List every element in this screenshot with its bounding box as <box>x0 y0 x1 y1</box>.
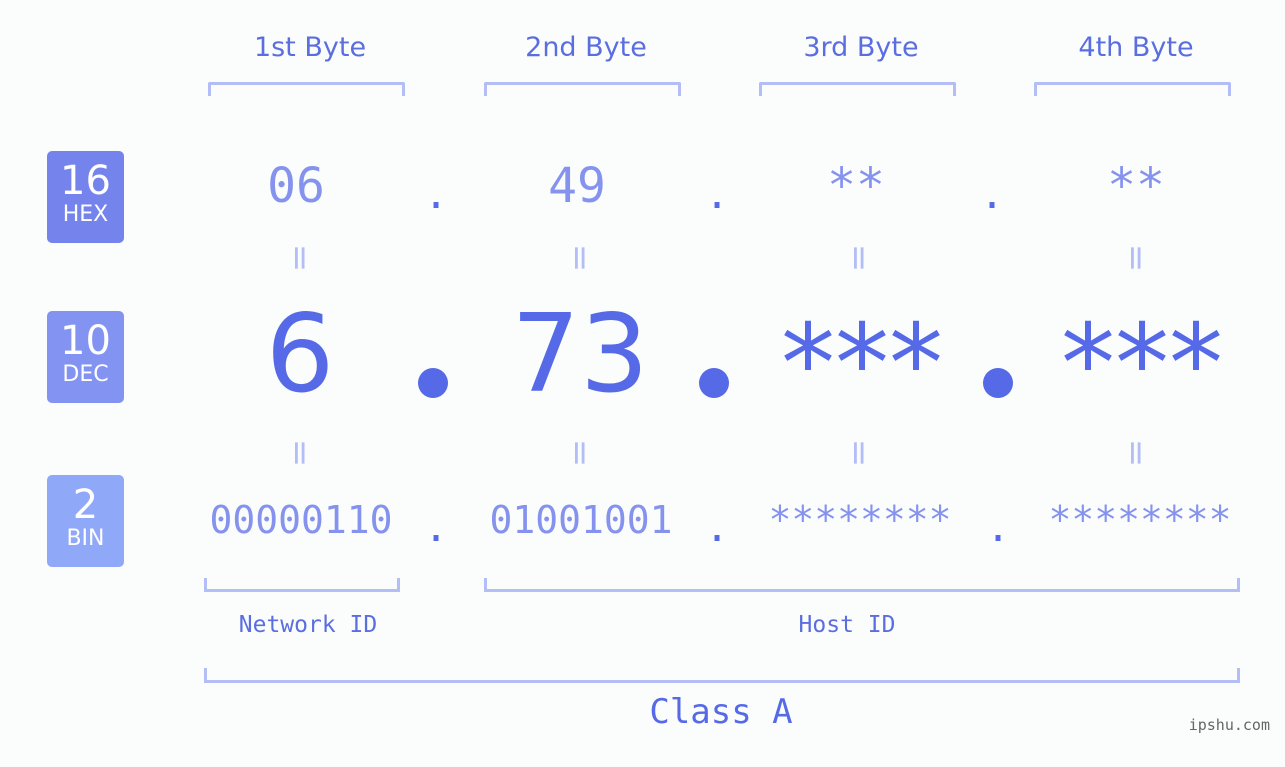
dec-separator-dot <box>983 368 1013 398</box>
network-id-bracket <box>204 578 400 592</box>
network-id-label: Network ID <box>238 612 378 638</box>
bin-byte-3: ******** <box>768 498 952 542</box>
bin-separator: . <box>705 505 730 551</box>
class-bracket <box>204 668 1240 683</box>
byte-2-bracket <box>484 82 681 96</box>
bin-badge-label: BIN <box>66 526 105 551</box>
column-header-byte-2: 2nd Byte <box>525 32 647 63</box>
bin-byte-1: 00000110 <box>209 498 393 542</box>
dec-separator-dot <box>699 368 729 398</box>
hex-separator: . <box>980 172 1005 218</box>
hex-separator: . <box>424 172 449 218</box>
column-header-byte-4: 4th Byte <box>1078 32 1194 63</box>
byte-3-bracket <box>759 82 956 96</box>
byte-1-bracket <box>208 82 405 96</box>
bin-separator: . <box>986 505 1011 551</box>
host-id-label: Host ID <box>798 612 896 638</box>
dec-badge: 10 DEC <box>47 311 124 403</box>
hex-badge-number: 16 <box>60 158 111 204</box>
dec-badge-number: 10 <box>60 318 111 364</box>
dec-separator-dot <box>418 368 448 398</box>
column-header-byte-1: 1st Byte <box>253 32 367 63</box>
column-header-byte-3: 3rd Byte <box>803 32 919 63</box>
dec-badge-label: DEC <box>62 362 109 387</box>
bin-separator: . <box>424 505 449 551</box>
byte-4-bracket <box>1034 82 1231 96</box>
site-watermark: ipshu.com <box>1188 716 1270 734</box>
bin-byte-4: ******** <box>1048 498 1232 542</box>
class-label: Class A <box>649 692 793 732</box>
host-id-bracket <box>484 578 1240 592</box>
hex-badge: 16 HEX <box>47 151 124 243</box>
bin-badge: 2 BIN <box>47 475 124 567</box>
hex-separator: . <box>705 172 730 218</box>
bin-badge-number: 2 <box>72 482 99 528</box>
hex-badge-label: HEX <box>62 202 109 227</box>
bin-byte-2: 01001001 <box>489 498 673 542</box>
